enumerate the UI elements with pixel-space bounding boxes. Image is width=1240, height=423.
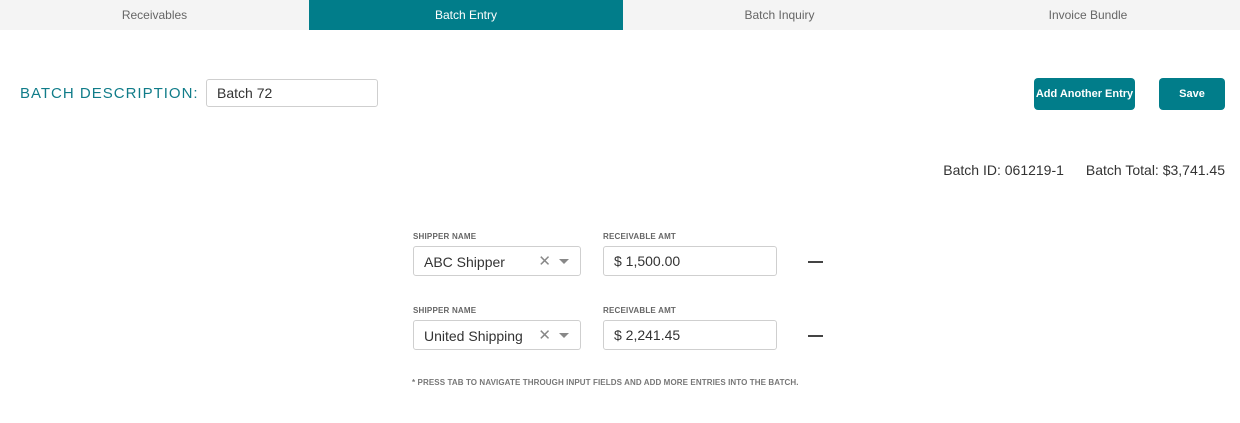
- clear-x-icon[interactable]: ✕: [538, 252, 551, 270]
- shipper-select[interactable]: United Shipping ✕: [413, 320, 581, 350]
- remove-entry-button[interactable]: [804, 252, 827, 272]
- tab-batch-entry[interactable]: Batch Entry: [309, 0, 623, 30]
- add-another-entry-button[interactable]: Add Another Entry: [1034, 78, 1135, 110]
- shipper-select-value: United Shipping: [424, 328, 523, 344]
- shipper-name-label: SHIPPER NAME: [413, 232, 477, 241]
- entry-row: SHIPPER NAME RECEIVABLE AMT United Shipp…: [412, 306, 842, 368]
- batch-description-input[interactable]: [206, 79, 378, 107]
- receivable-amt-label: RECEIVABLE AMT: [603, 232, 677, 241]
- shipper-name-label: SHIPPER NAME: [413, 306, 477, 315]
- clear-x-icon[interactable]: ✕: [538, 326, 551, 344]
- navigation-hint: * PRESS TAB TO NAVIGATE THROUGH INPUT FI…: [412, 378, 799, 387]
- remove-entry-button[interactable]: [804, 326, 827, 346]
- shipper-select[interactable]: ABC Shipper ✕: [413, 246, 581, 276]
- caret-down-icon[interactable]: [559, 259, 569, 264]
- batch-id: Batch ID: 061219-1: [943, 162, 1064, 178]
- entry-row: SHIPPER NAME RECEIVABLE AMT ABC Shipper …: [412, 232, 842, 294]
- caret-down-icon[interactable]: [559, 333, 569, 338]
- save-button[interactable]: Save: [1159, 78, 1225, 110]
- tab-batch-inquiry[interactable]: Batch Inquiry: [623, 0, 936, 30]
- receivable-amt-label: RECEIVABLE AMT: [603, 306, 677, 315]
- batch-total: Batch Total: $3,741.45: [1085, 162, 1225, 178]
- batch-summary: Batch ID: 061219-1 Batch Total: $3,741.45: [943, 162, 1225, 178]
- receivable-amount-input[interactable]: [603, 246, 777, 276]
- tab-invoice-bundle[interactable]: Invoice Bundle: [936, 0, 1240, 30]
- receivable-amount-input[interactable]: [603, 320, 777, 350]
- minus-icon: [808, 335, 823, 337]
- tab-bar: Receivables Batch Entry Batch Inquiry In…: [0, 0, 1240, 30]
- shipper-select-value: ABC Shipper: [424, 254, 505, 270]
- minus-icon: [808, 261, 823, 263]
- batch-description-label: BATCH DESCRIPTION:: [20, 85, 199, 102]
- tab-receivables[interactable]: Receivables: [0, 0, 309, 30]
